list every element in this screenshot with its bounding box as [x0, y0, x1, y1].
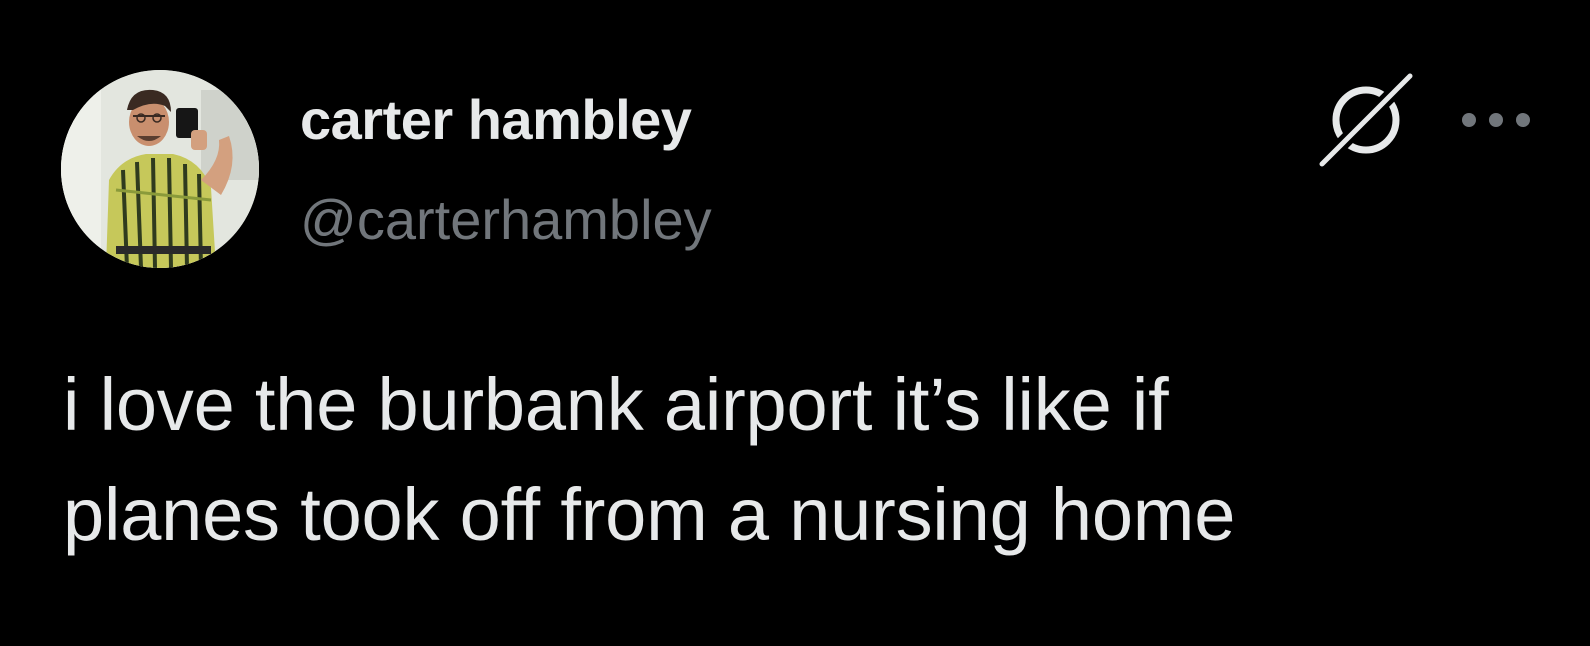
- author-display-name[interactable]: carter hambley: [300, 88, 692, 152]
- grok-slash-circle-icon[interactable]: [1317, 71, 1415, 169]
- avatar[interactable]: [61, 70, 259, 268]
- profile-photo-image: [61, 70, 259, 268]
- author-handle[interactable]: @carterhambley: [300, 188, 712, 252]
- tweet-card: carter hambley @carterhambley i love the…: [0, 0, 1590, 646]
- tweet-text: i love the burbank airport it’s like if …: [63, 363, 1236, 556]
- more-horizontal-icon[interactable]: [1458, 102, 1534, 138]
